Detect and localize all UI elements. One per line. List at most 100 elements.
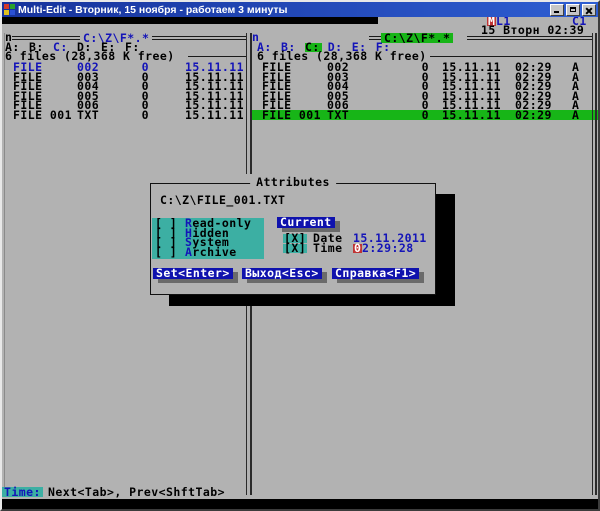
file-ext: 002 bbox=[77, 62, 122, 72]
spacer bbox=[555, 62, 572, 72]
file-ext: 002 bbox=[327, 62, 371, 72]
file-time: 02:29 bbox=[515, 100, 555, 110]
left-files-info: 6 files (28,368 K free) bbox=[5, 52, 175, 61]
file-name: FILE bbox=[13, 62, 77, 72]
status-hint-text: Next<Tab>, Prev<ShftTab> bbox=[48, 487, 225, 497]
file-attr: A bbox=[572, 110, 582, 120]
left-info-rule bbox=[188, 56, 246, 57]
spacer bbox=[149, 110, 185, 120]
spacer bbox=[505, 81, 515, 91]
spacer bbox=[555, 110, 572, 120]
file-row[interactable]: FILE 006 0 15.11.11 bbox=[10, 100, 249, 110]
time-cursor-char[interactable]: 0 bbox=[353, 244, 362, 253]
file-size: 0 bbox=[371, 81, 429, 91]
file-size: 0 bbox=[371, 110, 429, 120]
spacer bbox=[505, 62, 515, 72]
close-button[interactable] bbox=[582, 4, 596, 16]
file-ext: 006 bbox=[77, 100, 122, 110]
spacer bbox=[149, 81, 185, 91]
title-bar[interactable]: Multi-Edit - Вторник, 15 ноября - работа… bbox=[2, 2, 598, 17]
file-row-selected[interactable]: FILE_001 TXT 0 15.11.11 02:29 A bbox=[252, 110, 598, 120]
spacer bbox=[555, 81, 572, 91]
file-attr: A bbox=[572, 81, 582, 91]
file-row-cursor[interactable]: FILE 002 0 15.11.11 bbox=[10, 62, 249, 72]
dialog-file-path: C:\Z\FILE_001.TXT bbox=[160, 196, 285, 205]
right-files-info: 6 files (28,368 K free) bbox=[257, 52, 427, 61]
file-date: 15.11.11 bbox=[442, 81, 505, 91]
file-row[interactable]: FILE 002 0 15.11.11 02:29 A bbox=[252, 62, 598, 72]
app-icon bbox=[4, 4, 15, 15]
terminal-screen: M L1 C1 15 Вторн 02:39 n C:\Z\F*.* n C:\… bbox=[2, 17, 598, 509]
set-button[interactable]: Set<Enter> bbox=[153, 268, 233, 279]
maximize-button[interactable] bbox=[566, 4, 580, 16]
current-button[interactable]: Current bbox=[277, 217, 335, 228]
time-value-field[interactable]: 2:29:28 bbox=[362, 244, 414, 253]
file-row[interactable]: FILE 004 0 15.11.11 02:29 A bbox=[252, 81, 598, 91]
file-size: 0 bbox=[122, 110, 149, 120]
file-name: FILE bbox=[262, 100, 327, 110]
help-button[interactable]: Справка<F1> bbox=[332, 268, 419, 279]
time-label: Time bbox=[313, 244, 343, 253]
file-time: 02:29 bbox=[515, 110, 555, 120]
file-row[interactable]: FILE 004 0 15.11.11 bbox=[10, 81, 249, 91]
checkbox-label: rchive bbox=[192, 248, 236, 257]
spacer bbox=[505, 110, 515, 120]
right-panel-top-border-right bbox=[467, 36, 592, 40]
file-name: FILE_001 bbox=[13, 110, 77, 120]
file-date: 15.11.11 bbox=[185, 100, 247, 110]
right-panel-right-border-outer bbox=[592, 33, 593, 495]
spacer bbox=[429, 62, 442, 72]
file-size: 0 bbox=[122, 62, 149, 72]
file-name: FILE bbox=[262, 62, 327, 72]
file-name: FILE bbox=[262, 81, 327, 91]
spacer bbox=[555, 100, 572, 110]
exit-button[interactable]: Выход<Esc> bbox=[242, 268, 322, 279]
spacer bbox=[149, 100, 185, 110]
status-field-name: Time: bbox=[2, 487, 43, 497]
file-size: 0 bbox=[122, 81, 149, 91]
file-time: 02:29 bbox=[515, 62, 555, 72]
time-checkbox[interactable]: [X] bbox=[283, 244, 307, 253]
spacer bbox=[429, 81, 442, 91]
spacer bbox=[505, 100, 515, 110]
right-info-rule bbox=[430, 56, 592, 57]
clock-text: 15 Вторн 02:39 bbox=[481, 26, 584, 35]
file-name: FILE bbox=[13, 100, 77, 110]
file-date: 15.11.11 bbox=[185, 110, 247, 120]
spacer bbox=[429, 100, 442, 110]
file-ext: 004 bbox=[327, 81, 371, 91]
file-date: 15.11.11 bbox=[442, 62, 505, 72]
right-panel-path-title[interactable]: C:\Z\F*.* bbox=[381, 33, 453, 43]
file-date: 15.11.11 bbox=[442, 100, 505, 110]
right-panel-right-border-inner bbox=[595, 33, 597, 495]
file-ext: 006 bbox=[327, 100, 371, 110]
file-row[interactable]: FILE 006 0 15.11.11 02:29 A bbox=[252, 100, 598, 110]
app-window: Multi-Edit - Вторник, 15 ноября - работа… bbox=[0, 0, 600, 511]
spacer bbox=[429, 110, 442, 120]
file-ext: TXT bbox=[77, 110, 122, 120]
spacer bbox=[149, 62, 185, 72]
attributes-dialog: Attributes C:\Z\FILE_001.TXT [ ]Read-onl… bbox=[148, 174, 438, 298]
file-name: FILE bbox=[13, 81, 77, 91]
file-name: FILE_001 bbox=[262, 110, 327, 120]
file-attr: A bbox=[572, 100, 582, 110]
minimize-button[interactable] bbox=[550, 4, 564, 16]
file-time: 02:29 bbox=[515, 81, 555, 91]
file-size: 0 bbox=[122, 100, 149, 110]
file-date: 15.11.11 bbox=[442, 110, 505, 120]
top-black-band bbox=[2, 17, 378, 24]
file-size: 0 bbox=[371, 62, 429, 72]
file-ext: 004 bbox=[77, 81, 122, 91]
file-date: 15.11.11 bbox=[185, 62, 247, 72]
checkbox-brackets: [ ] bbox=[155, 248, 185, 257]
file-row[interactable]: FILE_001 TXT 0 15.11.11 bbox=[10, 110, 249, 120]
file-date: 15.11.11 bbox=[185, 81, 247, 91]
left-panel-left-border bbox=[4, 33, 5, 495]
bottom-black-band bbox=[2, 499, 598, 509]
file-attr: A bbox=[572, 62, 582, 72]
window-controls bbox=[550, 4, 596, 16]
hotkey-letter: A bbox=[185, 248, 192, 257]
file-ext: TXT bbox=[327, 110, 371, 120]
checkbox-archive[interactable]: [ ]Archive bbox=[155, 248, 237, 257]
window-title: Multi-Edit - Вторник, 15 ноября - работа… bbox=[18, 4, 547, 16]
